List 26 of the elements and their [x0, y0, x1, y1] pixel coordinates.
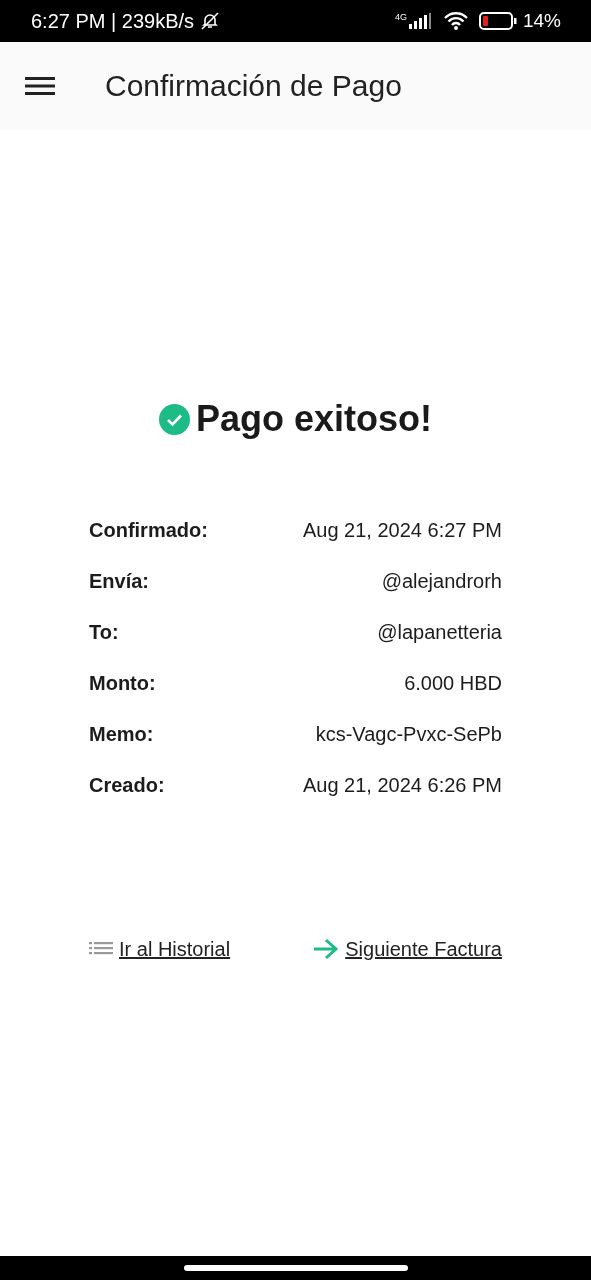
menu-icon[interactable]: [25, 76, 55, 96]
battery-icon: [478, 12, 517, 30]
success-title: Pago exitoso!: [195, 398, 432, 440]
network-type: 4G: [394, 12, 407, 22]
status-time: 6:27 PM | 239kB/s: [31, 9, 195, 33]
list-icon: [89, 941, 113, 957]
success-check-icon: [158, 403, 190, 435]
wifi-icon: [442, 11, 469, 31]
detail-label: To:: [89, 620, 119, 644]
battery-percent: 14%: [522, 10, 561, 32]
detail-value: Aug 21, 2024 6:27 PM: [302, 518, 502, 542]
detail-label: Monto:: [89, 671, 156, 695]
detail-label: Memo:: [89, 722, 154, 746]
detail-value: kcs-Vagc-Pvxc-SePb: [315, 722, 502, 746]
action-link[interactable]: Ir al Historial: [119, 937, 231, 961]
signal-icon: [408, 13, 431, 29]
detail-value: @lapanetteria: [377, 620, 502, 644]
arrow-right-icon: [312, 937, 340, 961]
detail-value: Aug 21, 2024 6:26 PM: [302, 773, 502, 797]
detail-label: Confirmado:: [89, 518, 208, 542]
detail-label: Creado:: [89, 773, 165, 797]
action-link[interactable]: Siguiente Factura: [345, 937, 502, 961]
detail-value: @alejandrorh: [381, 569, 502, 593]
screen-title: Confirmación de Pago: [105, 69, 402, 103]
detail-label: Envía:: [89, 569, 150, 593]
detail-value: 6.000 HBD: [404, 671, 502, 695]
